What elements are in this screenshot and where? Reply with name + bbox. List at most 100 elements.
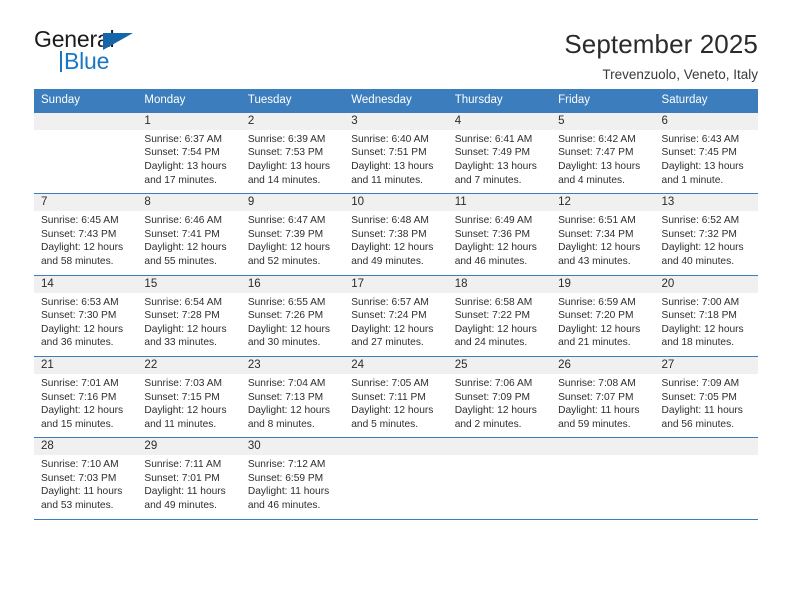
calendar-day-cell[interactable]: 30 Sunrise: 7:12 AM Sunset: 6:59 PM Dayligh… <box>240 438 345 519</box>
calendar-day-cell[interactable]: 3 Sunrise: 6:40 AM Sunset: 7:51 PM Daylight… <box>344 112 448 194</box>
daylight-text-line1: Daylight: 12 hours <box>454 323 537 335</box>
day-sun-info <box>344 455 447 512</box>
daylight-text-line1: Daylight: 12 hours <box>41 323 124 335</box>
day-number: 29 <box>137 438 241 456</box>
day-number: 5 <box>551 112 655 130</box>
calendar-day-cell[interactable]: 13 Sunrise: 6:52 AM Sunset: 7:32 PM Dayligh… <box>654 194 758 275</box>
calendar-day-cell[interactable]: 2 Sunrise: 6:39 AM Sunset: 7:53 PM Daylight… <box>240 112 345 194</box>
daylight-text-line1: Daylight: 12 hours <box>661 242 744 254</box>
calendar-day-cell[interactable]: 27 Sunrise: 7:09 AM Sunset: 7:05 PM Dayligh… <box>654 356 758 438</box>
calendar-day-cell[interactable]: 7 Sunrise: 6:45 AM Sunset: 7:43 PM Daylight… <box>34 194 138 275</box>
sunset-text <box>662 472 752 486</box>
sunset-text: Sunset: 7:18 PM <box>661 310 737 322</box>
day-number: 27 <box>654 356 758 374</box>
sunset-text: Sunset: 7:03 PM <box>41 472 117 484</box>
day-sun-info <box>655 455 758 512</box>
day-sun-info: Sunrise: 7:03 AM Sunset: 7:15 PM Daylight:… <box>137 374 240 431</box>
calendar-day-cell[interactable]: 25 Sunrise: 7:06 AM Sunset: 7:09 PM Dayligh… <box>447 356 552 438</box>
calendar-day-cell[interactable]: 21 Sunrise: 7:01 AM Sunset: 7:16 PM Dayligh… <box>34 356 138 438</box>
calendar-day-cell[interactable]: 16 Sunrise: 6:55 AM Sunset: 7:26 PM Dayligh… <box>240 275 345 356</box>
daylight-text-line1: Daylight: 12 hours <box>351 405 434 417</box>
calendar-day-cell[interactable]: 22 Sunrise: 7:03 AM Sunset: 7:15 PM Dayligh… <box>137 356 241 438</box>
sunrise-text: Sunrise: 6:40 AM <box>351 133 429 145</box>
calendar-day-cell[interactable]: 4 Sunrise: 6:41 AM Sunset: 7:49 PM Daylight… <box>447 112 552 194</box>
day-sun-info: Sunrise: 7:04 AM Sunset: 7:13 PM Daylight:… <box>241 374 344 431</box>
sunset-text: Sunset: 7:32 PM <box>661 228 737 240</box>
day-number: 23 <box>240 356 345 374</box>
sunrise-text: Sunrise: 7:06 AM <box>454 377 533 389</box>
daylight-text-line1: Daylight: 11 hours <box>41 486 123 498</box>
calendar-day-cell[interactable]: 5 Sunrise: 6:42 AM Sunset: 7:47 PM Daylight… <box>551 112 655 194</box>
calendar-day-cell[interactable]: 20 Sunrise: 7:00 AM Sunset: 7:18 PM Dayligh… <box>654 275 758 356</box>
calendar-day-cell[interactable]: 28 Sunrise: 7:10 AM Sunset: 7:03 PM Dayligh… <box>34 438 138 519</box>
calendar-day-cell[interactable]: 17 Sunrise: 6:57 AM Sunset: 7:24 PM Dayligh… <box>344 275 448 356</box>
day-sun-info: Sunrise: 6:54 AM Sunset: 7:28 PM Daylight:… <box>137 293 240 350</box>
day-number: 21 <box>34 356 138 374</box>
daylight-text-line2: and 58 minutes. <box>41 255 114 267</box>
daylight-text-line2: and 21 minutes. <box>558 337 631 349</box>
sunset-text: Sunset: 7:51 PM <box>351 147 427 159</box>
calendar-day-cell[interactable]: 1 Sunrise: 6:37 AM Sunset: 7:54 PM Daylight… <box>137 112 241 194</box>
sunset-text: Sunset: 7:41 PM <box>144 228 220 240</box>
sunrise-text: Sunrise: 6:49 AM <box>454 215 533 227</box>
calendar-day-cell[interactable]: 29 Sunrise: 7:11 AM Sunset: 7:01 PM Dayligh… <box>137 438 241 519</box>
calendar-day-cell[interactable]: 15 Sunrise: 6:54 AM Sunset: 7:28 PM Dayligh… <box>137 275 241 356</box>
daylight-text-line2: and 49 minutes. <box>351 255 424 267</box>
daylight-text-line2: and 2 minutes. <box>454 418 522 430</box>
daylight-text-line2 <box>455 499 545 513</box>
day-sun-info: Sunrise: 7:11 AM Sunset: 7:01 PM Daylight:… <box>137 455 240 512</box>
daylight-text-line1: Daylight: 13 hours <box>661 160 744 172</box>
daylight-text-line2: and 15 minutes. <box>41 418 114 430</box>
calendar-day-cell[interactable]: 23 Sunrise: 7:04 AM Sunset: 7:13 PM Dayligh… <box>240 356 345 438</box>
general-blue-logo[interactable]: General Blue <box>34 28 154 78</box>
daylight-text-line2: and 52 minutes. <box>247 255 321 267</box>
sunrise-text: Sunrise: 6:47 AM <box>247 215 326 227</box>
calendar-day-cell[interactable]: 6 Sunrise: 6:43 AM Sunset: 7:45 PM Daylight… <box>654 112 758 194</box>
sunset-text: Sunset: 7:47 PM <box>558 147 634 159</box>
daylight-text-line1: Daylight: 12 hours <box>144 323 227 335</box>
day-sun-info: Sunrise: 7:09 AM Sunset: 7:05 PM Daylight:… <box>655 374 758 431</box>
sunrise-text: Sunrise: 7:11 AM <box>144 459 222 471</box>
calendar-day-cell[interactable]: 12 Sunrise: 6:51 AM Sunset: 7:34 PM Dayligh… <box>551 194 655 275</box>
sunset-text: Sunset: 7:16 PM <box>41 391 117 403</box>
sunrise-text: Sunrise: 6:57 AM <box>351 296 429 308</box>
sunset-text <box>455 472 545 486</box>
daylight-text-line1: Daylight: 12 hours <box>144 405 227 417</box>
day-sun-info <box>448 455 551 512</box>
calendar-day-cell[interactable]: 14 Sunrise: 6:53 AM Sunset: 7:30 PM Dayligh… <box>34 275 138 356</box>
daylight-text-line2: and 17 minutes. <box>144 174 217 186</box>
calendar-day-cell[interactable]: 9 Sunrise: 6:47 AM Sunset: 7:39 PM Daylight… <box>240 194 345 275</box>
weekday-header-monday: Monday <box>144 94 186 106</box>
sunrise-text: Sunrise: 6:55 AM <box>247 296 326 308</box>
day-number: 25 <box>447 356 552 374</box>
calendar-day-cell[interactable]: 8 Sunrise: 6:46 AM Sunset: 7:41 PM Daylight… <box>137 194 241 275</box>
sunset-text: Sunset: 7:54 PM <box>144 147 220 159</box>
calendar-day-cell[interactable]: 19 Sunrise: 6:59 AM Sunset: 7:20 PM Dayligh… <box>551 275 655 356</box>
calendar-day-cell[interactable]: 11 Sunrise: 6:49 AM Sunset: 7:36 PM Dayligh… <box>447 194 552 275</box>
sunset-text <box>351 472 441 486</box>
day-number: 16 <box>240 275 345 293</box>
calendar-day-cell[interactable]: 18 Sunrise: 6:58 AM Sunset: 7:22 PM Dayligh… <box>447 275 552 356</box>
weekday-header-thursday: Thursday <box>454 94 503 106</box>
day-sun-info <box>34 130 137 187</box>
calendar-week-row: 1 Sunrise: 6:37 AM Sunset: 7:54 PM Daylight… <box>34 112 758 195</box>
weekday-header-friday: Friday <box>558 94 591 106</box>
sunrise-text: Sunrise: 6:51 AM <box>558 215 636 227</box>
day-sun-info: Sunrise: 6:57 AM Sunset: 7:24 PM Daylight:… <box>344 293 447 350</box>
sunrise-text: Sunrise: 7:08 AM <box>558 377 636 389</box>
calendar-day-cell[interactable]: 10 Sunrise: 6:48 AM Sunset: 7:38 PM Dayligh… <box>344 194 448 275</box>
daylight-text-line2: and 46 minutes. <box>247 500 321 512</box>
daylight-text-line1: Daylight: 12 hours <box>454 242 537 254</box>
weekday-header-tuesday: Tuesday <box>247 94 292 106</box>
daylight-text-line2: and 53 minutes. <box>41 500 114 512</box>
sunset-text: Sunset: 7:39 PM <box>247 228 324 240</box>
logo-vertical-bar-icon <box>60 51 62 72</box>
sunrise-text: Sunrise: 6:58 AM <box>454 296 533 308</box>
day-sun-info: Sunrise: 6:41 AM Sunset: 7:49 PM Daylight:… <box>448 130 551 187</box>
calendar-day-cell[interactable]: 26 Sunrise: 7:08 AM Sunset: 7:07 PM Dayligh… <box>551 356 655 438</box>
sunrise-text: Sunrise: 7:05 AM <box>351 377 429 389</box>
calendar-page: General Blue September 2025 Trevenzuolo,… <box>0 0 792 612</box>
day-number: 12 <box>551 194 655 212</box>
day-number: 2 <box>240 112 345 130</box>
calendar-day-cell[interactable]: 24 Sunrise: 7:05 AM Sunset: 7:11 PM Dayligh… <box>344 356 448 438</box>
